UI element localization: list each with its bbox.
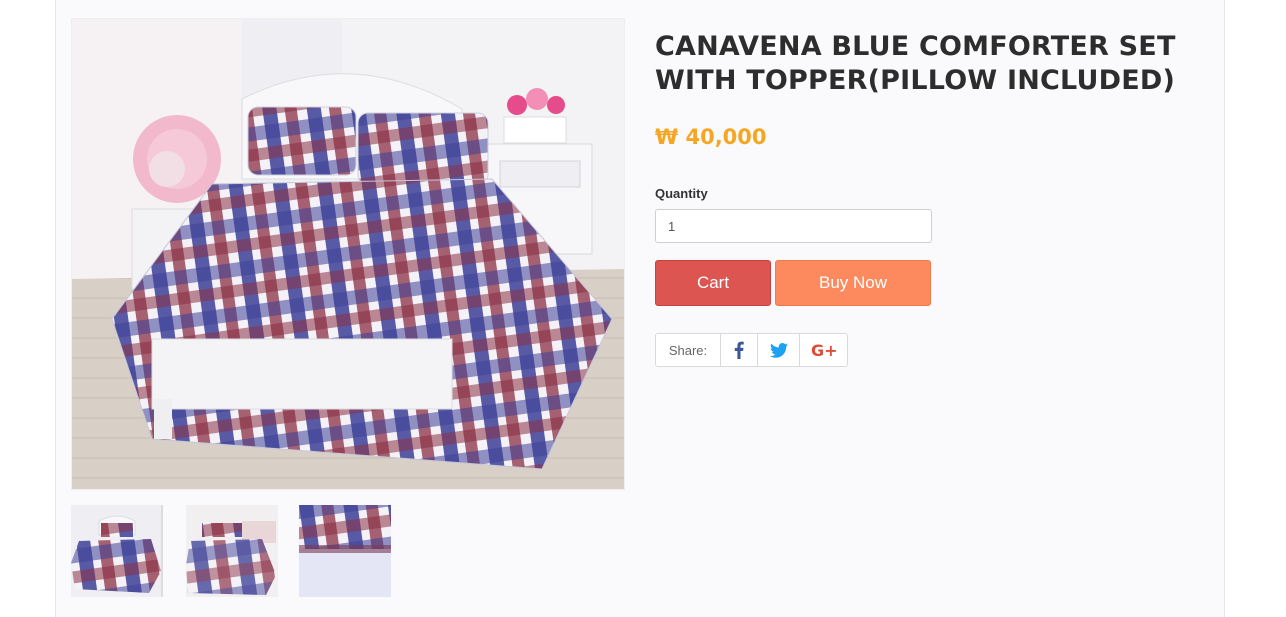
share-label: Share: [656,334,721,366]
thumbnail-2[interactable] [186,505,278,597]
twitter-share-button[interactable] [758,334,800,366]
facebook-icon [734,341,744,359]
share-bar: Share: G+ [655,333,848,367]
google-plus-icon: G+ [811,342,837,358]
facebook-share-button[interactable] [721,334,758,366]
thumbnail-3[interactable] [299,505,391,597]
product-price: ₩ 40,000 [655,125,767,149]
quantity-label: Quantity [655,186,708,201]
twitter-icon [769,342,788,358]
thumbnail-1[interactable] [71,505,163,597]
add-to-cart-button[interactable]: Cart [655,260,771,306]
buy-now-button[interactable]: Buy Now [775,260,931,306]
svg-text:G+: G+ [811,342,837,358]
product-title: CANAVENA BLUE COMFORTER SET WITH TOPPER(… [655,31,1176,96]
google-plus-share-button[interactable]: G+ [800,334,847,366]
quantity-input[interactable] [655,209,932,243]
product-main-image[interactable] [71,18,625,490]
